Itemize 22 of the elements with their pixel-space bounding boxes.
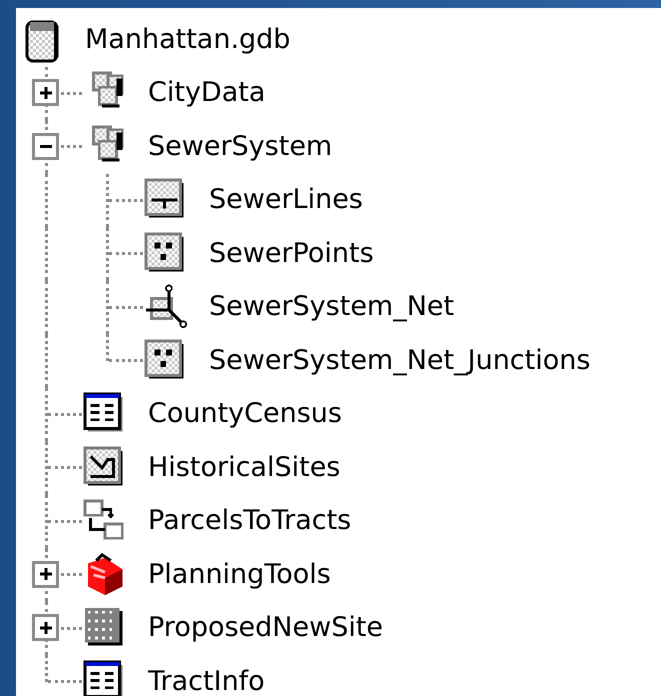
network-icon — [143, 284, 189, 330]
plus-icon — [40, 86, 52, 99]
plus-icon — [40, 568, 52, 580]
tree-item[interactable]: ParcelsToTracts — [148, 506, 352, 536]
tree-item[interactable]: SewerSystem_Net_Junctions — [209, 346, 590, 376]
expand-button[interactable] — [32, 614, 59, 642]
tree-item[interactable]: Manhattan.gdb — [85, 24, 290, 55]
tree-item[interactable]: SewerLines — [209, 185, 363, 216]
collapse-button[interactable] — [32, 132, 59, 160]
tree-item[interactable]: ProposedNewSite — [148, 613, 384, 644]
plus-icon — [40, 622, 52, 634]
tree-item[interactable]: SewerSystem_Net — [209, 292, 454, 322]
expand-button[interactable] — [32, 560, 59, 588]
tree-item[interactable]: CityData — [148, 78, 266, 108]
tree-item[interactable]: SewerPoints — [209, 238, 374, 269]
tree-item[interactable]: HistoricalSites — [148, 452, 340, 483]
tree-item[interactable]: TractInfo — [148, 666, 265, 696]
tree-item[interactable]: SewerSystem — [148, 132, 332, 162]
tree-item[interactable]: CountyCensus — [148, 399, 342, 430]
minus-icon — [40, 144, 52, 148]
expand-button[interactable] — [32, 79, 59, 106]
tree-item[interactable]: PlanningTools — [148, 560, 331, 590]
